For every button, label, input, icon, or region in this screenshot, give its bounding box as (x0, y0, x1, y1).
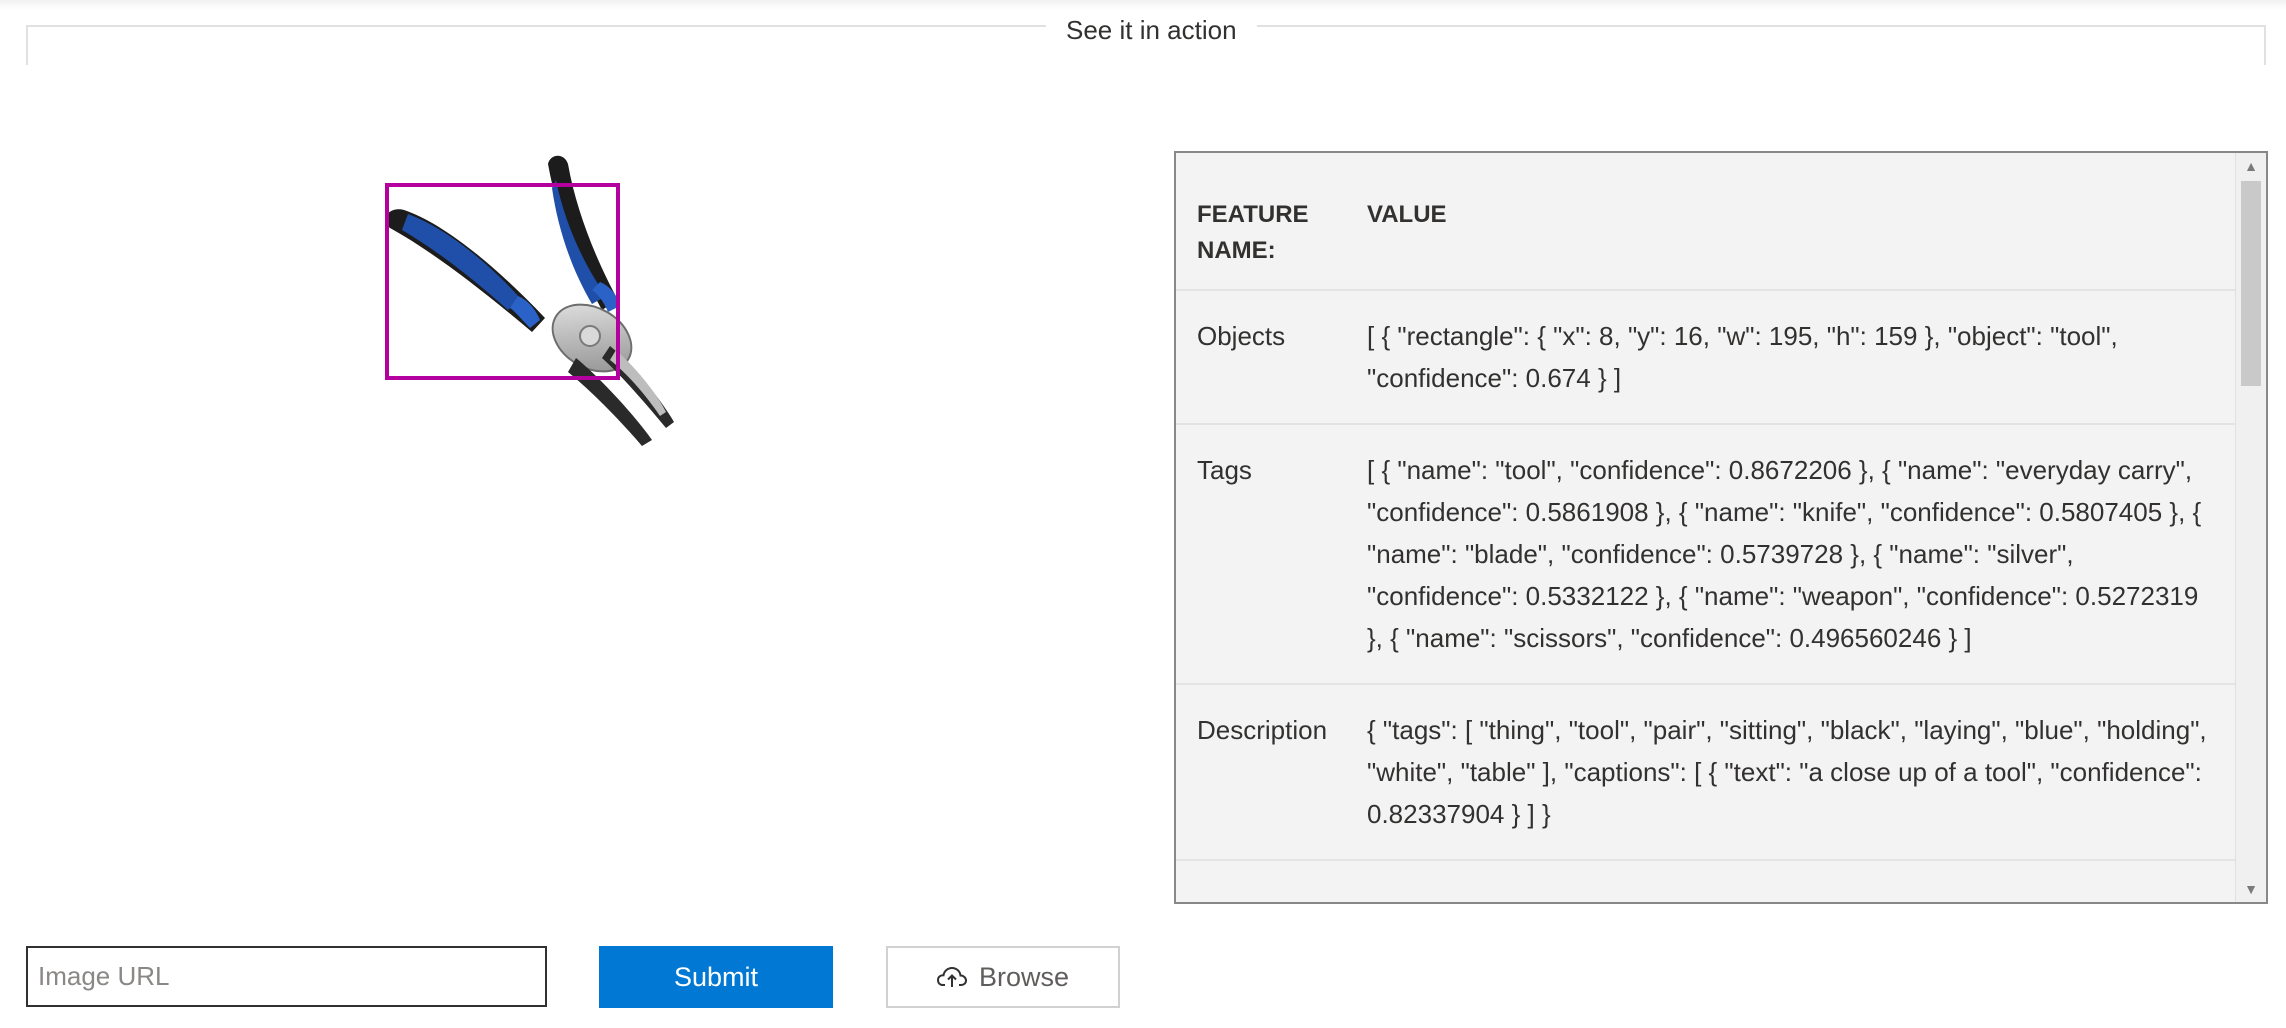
feature-value-cell: [ { "rectangle": { "x": 8, "y": 16, "w":… (1367, 321, 2118, 393)
browse-button[interactable]: Browse (886, 946, 1120, 1008)
submit-button[interactable]: Submit (599, 946, 833, 1008)
feature-value-cell: [ { "name": "tool", "confidence": 0.8672… (1367, 455, 2202, 653)
top-shadow (0, 0, 2286, 10)
results-panel[interactable]: FEATURE NAME: VALUE Objects [ { "rectang… (1174, 151, 2268, 904)
feature-name-header: FEATURE NAME: (1197, 201, 1309, 264)
table-row: Tags [ { "name": "tool", "confidence": 0… (1176, 425, 2236, 685)
value-header: VALUE (1367, 201, 1447, 228)
section-legend: See it in action (1046, 12, 1257, 48)
image-url-input[interactable] (26, 946, 547, 1007)
scroll-down-arrow-icon[interactable]: ▼ (2236, 876, 2266, 902)
see-it-in-action-section: See it in action FEATURE NAME: VALUE Obj… (0, 0, 2286, 1028)
results-scrollbar[interactable]: ▲ ▼ (2235, 153, 2266, 902)
feature-name-cell: Description (1197, 715, 1328, 745)
scroll-thumb[interactable] (2241, 181, 2261, 386)
submit-button-label: Submit (673, 961, 759, 992)
cloud-upload-icon (936, 966, 967, 988)
feature-name-cell: Objects (1197, 321, 1286, 351)
table-row: Description { "tags": [ "thing", "tool",… (1176, 685, 2236, 861)
analyzed-image (370, 150, 750, 480)
results-header-row: FEATURE NAME: VALUE (1176, 153, 2236, 291)
table-row: Objects [ { "rectangle": { "x": 8, "y": … (1176, 291, 2236, 425)
scroll-up-arrow-icon[interactable]: ▲ (2236, 153, 2266, 179)
browse-button-label: Browse (978, 961, 1070, 992)
feature-name-cell: Tags (1197, 455, 1252, 485)
results-table: FEATURE NAME: VALUE Objects [ { "rectang… (1176, 153, 2236, 861)
feature-value-cell: { "tags": [ "thing", "tool", "pair", "si… (1367, 715, 2207, 829)
pliers-image (385, 155, 674, 446)
